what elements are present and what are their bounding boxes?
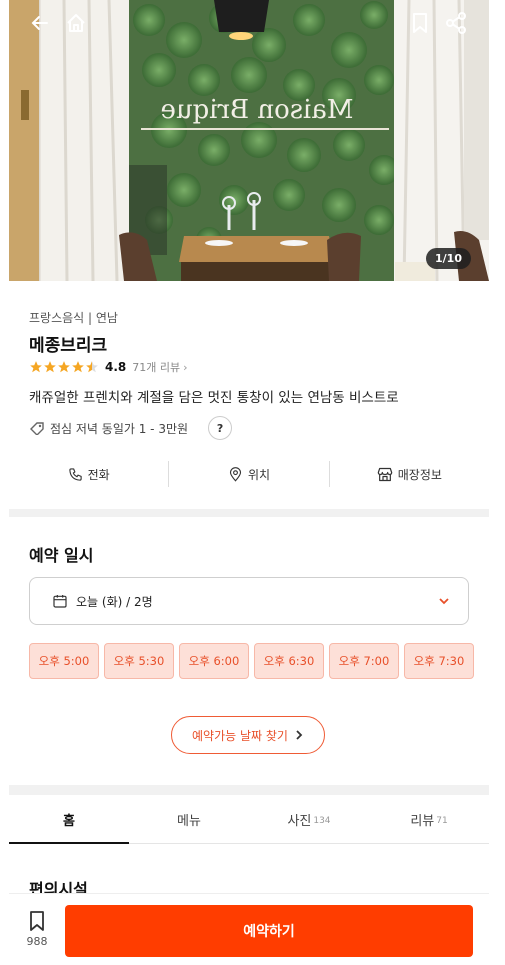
- find-available-dates-label: 예약가능 날짜 찾기: [192, 728, 288, 743]
- bottom-bar: 988 예약하기: [9, 893, 489, 965]
- restaurant-name: 메종브리크: [29, 336, 108, 356]
- restaurant-page: Maison Brique 1/10 프랑스음식 | 연남 메종브리크 4.8 …: [9, 0, 489, 965]
- section-divider: [9, 785, 489, 795]
- price-text: 점심 저녁 동일가 1 - 3만원: [50, 421, 189, 436]
- category-label: 프랑스음식 | 연남: [29, 311, 118, 325]
- location-pin-icon: [229, 466, 242, 482]
- call-label: 전화: [87, 467, 110, 482]
- tab-label: 홈: [63, 813, 75, 829]
- restaurant-description: 캐쥬얼한 프렌치와 계절을 담은 멋진 통창이 있는 연남동 비스트로: [29, 390, 399, 406]
- chevron-right-icon: ›: [183, 360, 188, 374]
- time-slot[interactable]: 오후 6:00: [179, 643, 249, 679]
- time-slot[interactable]: 오후 6:30: [254, 643, 324, 679]
- time-slot[interactable]: 오후 5:00: [29, 643, 99, 679]
- date-party-select[interactable]: 오늘 (화) / 2명: [29, 577, 469, 625]
- rating-stars: [29, 360, 99, 374]
- back-arrow-icon[interactable]: [27, 10, 53, 36]
- share-icon[interactable]: [443, 10, 469, 36]
- photo-counter: 1/10: [426, 248, 471, 269]
- price-tag-icon: [30, 422, 44, 435]
- bookmark-count: 988: [26, 935, 48, 948]
- tab-photos[interactable]: 사진 134: [249, 795, 369, 843]
- reservation-title: 예약 일시: [29, 546, 94, 565]
- store-info-label: 매장정보: [397, 467, 442, 482]
- restaurant-photo: Maison Brique: [9, 0, 489, 281]
- chevron-down-icon: [439, 598, 449, 605]
- tab-home[interactable]: 홈: [9, 795, 129, 844]
- time-slot-list: 오후 5:00 오후 5:30 오후 6:00 오후 6:30 오후 7:00 …: [29, 643, 474, 679]
- call-button[interactable]: 전화: [9, 461, 168, 487]
- store-icon: [377, 467, 393, 481]
- action-bar: 전화 위치 매장정보: [9, 461, 489, 487]
- calendar-icon: [53, 595, 67, 608]
- price-help-button[interactable]: ?: [208, 416, 233, 440]
- star-icon: [72, 361, 84, 373]
- star-icon: [30, 361, 42, 373]
- store-info-button[interactable]: 매장정보: [328, 461, 489, 487]
- rating-value: 4.8: [105, 360, 127, 374]
- bookmark-button[interactable]: 988: [23, 910, 51, 948]
- date-party-value: 오늘 (화) / 2명: [76, 594, 153, 609]
- reserve-button[interactable]: 예약하기: [65, 905, 473, 957]
- tab-reviews[interactable]: 리뷰 71: [369, 795, 489, 843]
- tab-menu[interactable]: 메뉴: [129, 795, 249, 843]
- tab-label: 메뉴: [177, 813, 201, 829]
- half-star-icon: [86, 361, 98, 373]
- time-slot[interactable]: 오후 7:00: [329, 643, 399, 679]
- tab-count: 134: [313, 815, 331, 826]
- time-slot[interactable]: 오후 5:30: [104, 643, 174, 679]
- chevron-right-icon: [296, 730, 303, 740]
- review-count-link[interactable]: 71개 리뷰: [132, 359, 180, 375]
- price-row: 점심 저녁 동일가 1 - 3만원 ?: [29, 416, 233, 440]
- bookmark-icon[interactable]: [407, 10, 433, 36]
- tab-label: 사진: [287, 813, 312, 829]
- phone-icon: [68, 467, 82, 481]
- tab-count: 71: [436, 815, 448, 826]
- star-icon: [44, 361, 56, 373]
- location-button[interactable]: 위치: [168, 461, 328, 487]
- rating-row[interactable]: 4.8 71개 리뷰 ›: [29, 359, 188, 375]
- sign-text: Maison Brique: [160, 95, 353, 125]
- time-slot[interactable]: 오후 7:30: [404, 643, 474, 679]
- bookmark-icon: [30, 911, 44, 931]
- find-available-dates-button[interactable]: 예약가능 날짜 찾기: [171, 716, 325, 754]
- star-icon: [58, 361, 70, 373]
- home-icon[interactable]: [63, 10, 89, 36]
- location-label: 위치: [247, 467, 271, 482]
- hero-photo[interactable]: Maison Brique 1/10: [9, 0, 489, 281]
- section-divider: [9, 509, 489, 517]
- tab-label: 리뷰: [410, 813, 435, 829]
- content-tabs: 홈 메뉴 사진 134 리뷰 71: [9, 795, 489, 844]
